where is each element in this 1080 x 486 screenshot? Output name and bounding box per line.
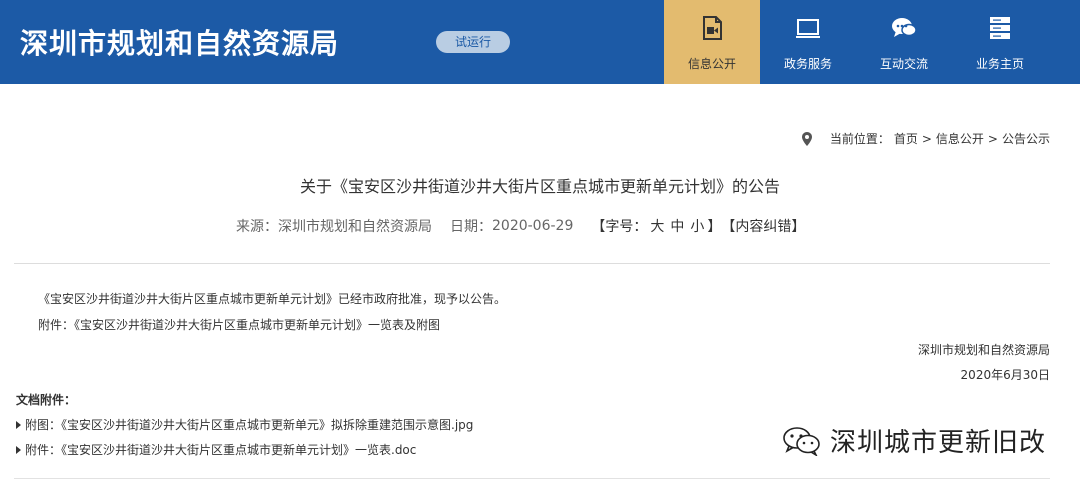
breadcrumb-prefix: 当前位置： [829, 132, 890, 146]
nav-item-label: 业务主页 [975, 57, 1024, 71]
font-size-small-button[interactable]: 小 [690, 216, 704, 236]
signature-date: 2020年6月30日 [960, 368, 1050, 382]
attachment-link[interactable]: 附件：《宝安区沙井街道沙井大街片区重点城市更新单元计划》一览表.doc [16, 441, 416, 458]
font-size-close: 】 [707, 219, 722, 235]
bullet-triangle-icon [16, 445, 21, 454]
source-label: 来源： [236, 219, 278, 235]
source-value: 深圳市规划和自然资源局 [278, 219, 432, 235]
location-pin-icon [801, 131, 812, 146]
nav-item-label: 互动交流 [879, 57, 928, 71]
nav-item-business-home[interactable]: 业务主页 [952, 0, 1048, 84]
attachment-label[interactable]: 附图：《宝安区沙井街道沙井大街片区重点城市更新单元》拟拆除重建范围示意图.jpg [25, 416, 473, 433]
wechat-watermark: 深圳城市更新旧改 [782, 422, 1046, 459]
font-size-medium-button[interactable]: 中 [670, 216, 684, 236]
article-paragraph: 《宝安区沙井街道沙井大街片区重点城市更新单元计划》已经市政府批准，现予以公告。 [38, 292, 507, 306]
divider [14, 263, 1050, 264]
document-video-icon [703, 16, 722, 40]
wechat-icon [783, 426, 820, 456]
site-title[interactable]: 深圳市规划和自然资源局 [20, 22, 339, 62]
attachment-label[interactable]: 附件：《宝安区沙井街道沙井大街片区重点城市更新单元计划》一览表.doc [25, 441, 416, 458]
nav-item-label: 信息公开 [687, 57, 736, 71]
divider [14, 478, 1050, 479]
font-size-label: 【字号： [591, 219, 648, 235]
server-stack-icon [990, 17, 1010, 39]
breadcrumb-separator: > [987, 131, 998, 146]
trial-run-badge: 试运行 [436, 31, 510, 53]
nav-item-interaction[interactable]: 互动交流 [856, 0, 952, 84]
breadcrumb-announcements[interactable]: 公告公示 [1002, 130, 1050, 147]
article-meta: 来源： 深圳市规划和自然资源局 日期： 2020-06-29 【字号： 大 中 … [236, 216, 805, 236]
date-value: 2020-06-29 [492, 218, 574, 234]
content-correction-link[interactable]: 【内容纠错】 [721, 216, 805, 236]
attachments-heading: 文档附件： [16, 393, 77, 407]
date-label: 日期： [450, 219, 492, 235]
nav-item-info-disclosure[interactable]: 信息公开 [664, 0, 760, 84]
nav-item-label: 政务服务 [783, 57, 832, 71]
monitor-icon [796, 19, 820, 38]
breadcrumb: 当前位置： 首页 > 信息公开 > 公告公示 [801, 130, 1050, 147]
signature-org: 深圳市规划和自然资源局 [917, 343, 1050, 357]
watermark-text: 深圳城市更新旧改 [830, 428, 1047, 458]
breadcrumb-separator: > [921, 131, 932, 146]
main-nav: 信息公开 政务服务 互动交流 业务主页 [664, 0, 1048, 84]
article-paragraph: 附件：《宝安区沙井街道沙井大街片区重点城市更新单元计划》一览表及附图 [38, 318, 441, 332]
breadcrumb-home[interactable]: 首页 [894, 130, 918, 147]
font-size-large-button[interactable]: 大 [650, 216, 664, 236]
nav-item-gov-services[interactable]: 政务服务 [760, 0, 856, 84]
bullet-triangle-icon [16, 420, 21, 429]
article-title: 关于《宝安区沙井街道沙井大街片区重点城市更新单元计划》的公告 [299, 177, 780, 196]
chat-bubbles-icon [892, 18, 917, 37]
breadcrumb-info-disclosure[interactable]: 信息公开 [936, 130, 984, 147]
attachment-link[interactable]: 附图：《宝安区沙井街道沙井大街片区重点城市更新单元》拟拆除重建范围示意图.jpg [16, 416, 473, 433]
site-header: 深圳市规划和自然资源局 试运行 信息公开 政务服务 互动交流 业务主页 [0, 0, 1080, 84]
